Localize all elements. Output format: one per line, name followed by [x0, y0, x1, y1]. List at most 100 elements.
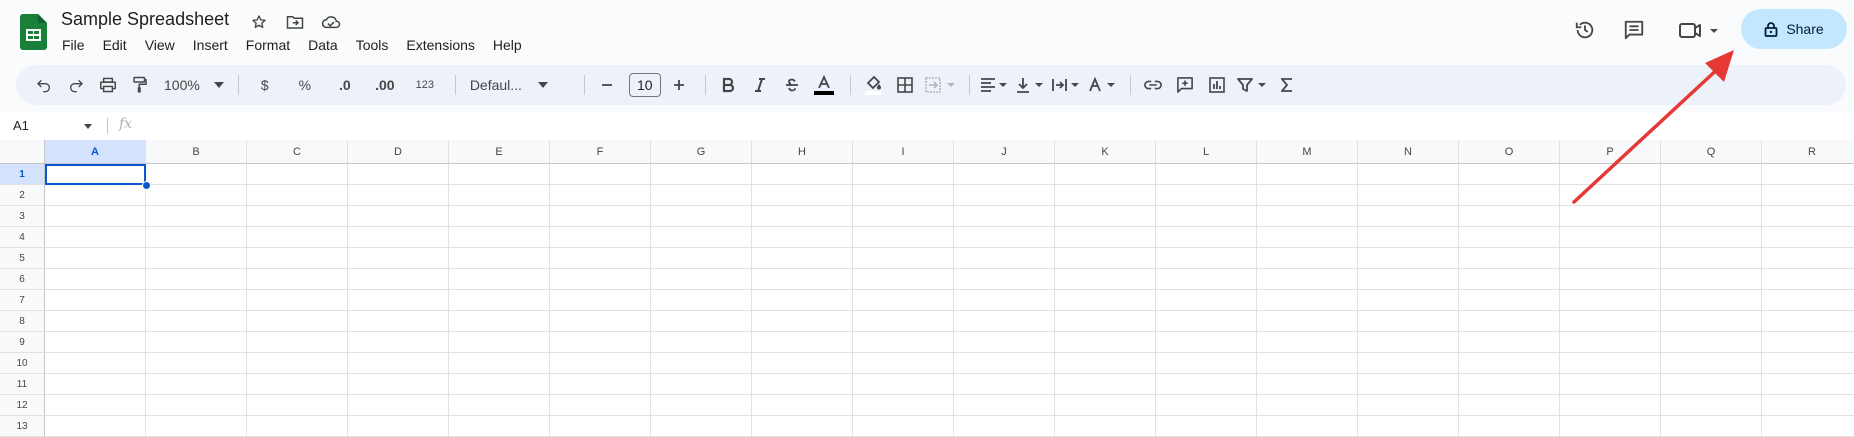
- grid-cell[interactable]: [954, 206, 1055, 227]
- grid-cell[interactable]: [1661, 164, 1762, 185]
- column-header[interactable]: M: [1257, 140, 1358, 164]
- grid-cell[interactable]: [1762, 332, 1854, 353]
- grid-cell[interactable]: [45, 227, 146, 248]
- row-header[interactable]: 12: [0, 395, 45, 416]
- column-header[interactable]: O: [1459, 140, 1560, 164]
- spreadsheet-grid[interactable]: A B C D E F G H I J K L M N O P Q R 1 2 3 4 5 6 7 8 9 10 11 12 13: [0, 140, 1854, 437]
- comment-icon[interactable]: [1171, 71, 1199, 99]
- grid-cell[interactable]: [1560, 206, 1661, 227]
- grid-cell[interactable]: [853, 269, 954, 290]
- grid-cell[interactable]: [45, 269, 146, 290]
- grid-cell[interactable]: [752, 248, 853, 269]
- grid-cell[interactable]: [550, 248, 651, 269]
- grid-cell[interactable]: [651, 185, 752, 206]
- grid-cell[interactable]: [449, 227, 550, 248]
- grid-cell[interactable]: [1560, 353, 1661, 374]
- grid-cell[interactable]: [146, 395, 247, 416]
- row-header[interactable]: 6: [0, 269, 45, 290]
- grid-cell[interactable]: [1459, 353, 1560, 374]
- grid-cell[interactable]: [146, 227, 247, 248]
- grid-cell[interactable]: [449, 311, 550, 332]
- increase-font-size-button[interactable]: [665, 71, 693, 99]
- grid-cell[interactable]: [348, 353, 449, 374]
- grid-cell[interactable]: [1560, 290, 1661, 311]
- grid-cell[interactable]: [45, 206, 146, 227]
- grid-cell[interactable]: [550, 185, 651, 206]
- row-header[interactable]: 9: [0, 332, 45, 353]
- grid-cell[interactable]: [550, 332, 651, 353]
- grid-cell[interactable]: [651, 248, 752, 269]
- grid-cell[interactable]: [146, 269, 247, 290]
- grid-cell[interactable]: [1459, 248, 1560, 269]
- grid-cell[interactable]: [1560, 164, 1661, 185]
- grid-cell[interactable]: [449, 332, 550, 353]
- grid-cell[interactable]: [954, 290, 1055, 311]
- grid-cell[interactable]: [1358, 332, 1459, 353]
- row-header[interactable]: 3: [0, 206, 45, 227]
- grid-cell[interactable]: [550, 416, 651, 437]
- comments-icon[interactable]: [1618, 14, 1650, 46]
- grid-cell[interactable]: [45, 290, 146, 311]
- grid-cell[interactable]: [752, 311, 853, 332]
- grid-cell[interactable]: [1257, 395, 1358, 416]
- grid-cell[interactable]: [449, 206, 550, 227]
- grid-cell[interactable]: [146, 311, 247, 332]
- grid-cell[interactable]: [247, 374, 348, 395]
- grid-cell[interactable]: [1055, 311, 1156, 332]
- grid-cell[interactable]: [1358, 290, 1459, 311]
- grid-cell[interactable]: [348, 269, 449, 290]
- grid-cell[interactable]: [1762, 248, 1854, 269]
- row-header[interactable]: 8: [0, 311, 45, 332]
- grid-cell[interactable]: [1762, 185, 1854, 206]
- grid-cell[interactable]: [1358, 395, 1459, 416]
- document-title[interactable]: Sample Spreadsheet: [61, 9, 229, 30]
- grid-cell[interactable]: [449, 164, 550, 185]
- grid-cell[interactable]: [853, 311, 954, 332]
- grid-cell[interactable]: [1358, 227, 1459, 248]
- grid-cell[interactable]: [1661, 374, 1762, 395]
- grid-cell[interactable]: [1156, 416, 1257, 437]
- grid-cell[interactable]: [1560, 269, 1661, 290]
- grid-cell[interactable]: [550, 374, 651, 395]
- grid-cell[interactable]: [1661, 332, 1762, 353]
- grid-cell[interactable]: [853, 206, 954, 227]
- grid-cell[interactable]: [651, 416, 752, 437]
- grid-cell[interactable]: [1560, 332, 1661, 353]
- grid-cell[interactable]: [1055, 248, 1156, 269]
- column-header[interactable]: C: [247, 140, 348, 164]
- grid-cell[interactable]: [146, 185, 247, 206]
- bold-icon[interactable]: [714, 71, 742, 99]
- grid-cell[interactable]: [550, 269, 651, 290]
- grid-cell[interactable]: [1257, 248, 1358, 269]
- grid-cell[interactable]: [853, 248, 954, 269]
- grid-cell[interactable]: [1055, 206, 1156, 227]
- horizontal-align-icon[interactable]: [978, 71, 1010, 99]
- grid-cell[interactable]: [550, 311, 651, 332]
- grid-cell[interactable]: [348, 395, 449, 416]
- grid-cell[interactable]: [550, 227, 651, 248]
- grid-cell[interactable]: [853, 353, 954, 374]
- grid-cell[interactable]: [651, 395, 752, 416]
- strikethrough-icon[interactable]: [778, 71, 806, 99]
- menu-tools[interactable]: Tools: [347, 34, 398, 56]
- undo-icon[interactable]: [30, 71, 58, 99]
- grid-cell[interactable]: [1560, 395, 1661, 416]
- chart-icon[interactable]: [1203, 71, 1231, 99]
- grid-cell[interactable]: [1459, 269, 1560, 290]
- grid-cell[interactable]: [247, 248, 348, 269]
- menu-edit[interactable]: Edit: [94, 34, 136, 56]
- grid-cell[interactable]: [752, 332, 853, 353]
- grid-cell[interactable]: [1358, 206, 1459, 227]
- grid-cell[interactable]: [954, 269, 1055, 290]
- text-wrap-icon[interactable]: [1050, 71, 1082, 99]
- functions-icon[interactable]: [1273, 71, 1301, 99]
- grid-cell[interactable]: [1358, 416, 1459, 437]
- column-header[interactable]: R: [1762, 140, 1854, 164]
- grid-cell[interactable]: [1459, 395, 1560, 416]
- grid-cell[interactable]: [954, 164, 1055, 185]
- grid-cell[interactable]: [1055, 395, 1156, 416]
- link-icon[interactable]: [1139, 71, 1167, 99]
- grid-cell[interactable]: [954, 374, 1055, 395]
- grid-cell[interactable]: [1156, 374, 1257, 395]
- grid-cell[interactable]: [247, 311, 348, 332]
